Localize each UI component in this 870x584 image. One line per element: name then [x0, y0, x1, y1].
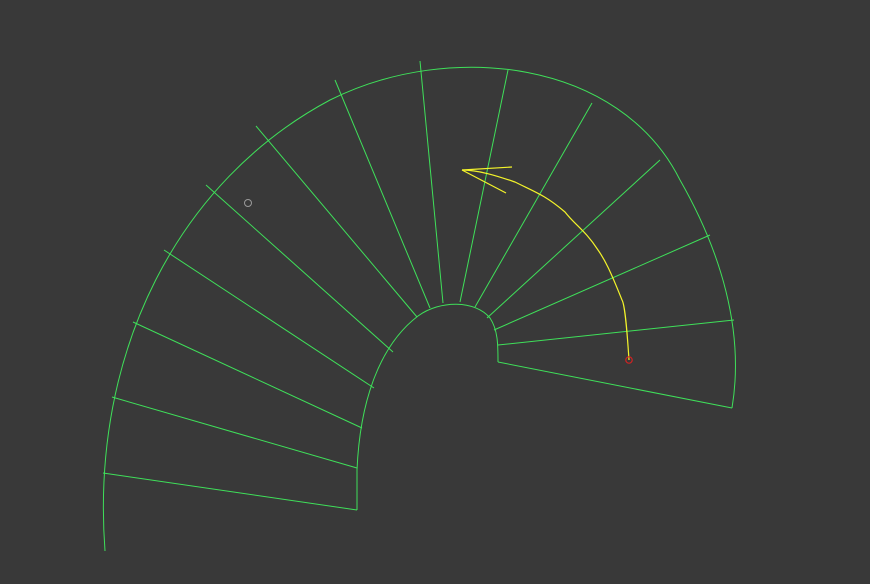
- walkline[interactable]: [461, 166, 630, 361]
- tread-line[interactable]: [486, 159, 661, 319]
- inner-arc[interactable]: [356, 303, 499, 510]
- walkline-arrow-head-lower: [461, 169, 507, 194]
- step-treads[interactable]: [111, 60, 735, 469]
- tread-line[interactable]: [163, 249, 375, 389]
- tread-line[interactable]: [334, 79, 431, 309]
- tread-line[interactable]: [474, 102, 593, 308]
- tread-line[interactable]: [419, 60, 444, 304]
- spiral-staircase-drawing[interactable]: [0, 0, 870, 584]
- end-edge[interactable]: [102, 472, 358, 511]
- stair-outline[interactable]: [102, 66, 736, 552]
- tread-line[interactable]: [255, 125, 418, 318]
- tread-line[interactable]: [205, 184, 394, 353]
- outer-arc[interactable]: [102, 66, 736, 552]
- 3d-viewport[interactable]: [0, 0, 870, 584]
- cursor-point-marker[interactable]: [244, 199, 252, 207]
- start-edge[interactable]: [497, 361, 733, 409]
- tread-line[interactable]: [497, 319, 735, 346]
- tread-line[interactable]: [459, 69, 509, 303]
- tread-line[interactable]: [111, 396, 358, 469]
- tread-line[interactable]: [132, 321, 363, 429]
